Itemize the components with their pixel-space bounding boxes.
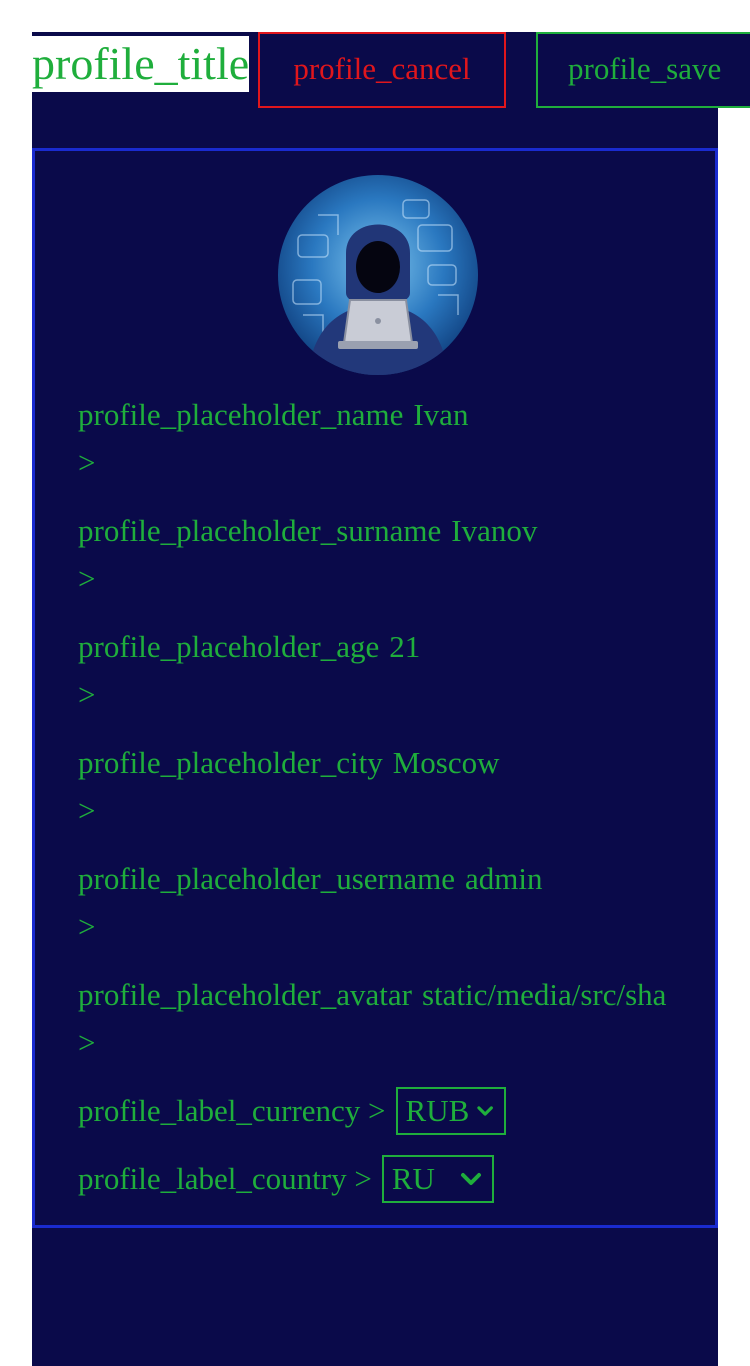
country-label: profile_label_country > [78,1161,372,1196]
chevron-down-icon [477,1106,494,1116]
field-arrow: > [78,909,96,944]
profile-page: profile_title profile_cancel profile_sav… [0,0,750,1366]
field-value: Ivan [413,397,469,432]
save-button[interactable]: profile_save [536,32,750,108]
hacker-avatar-image [278,175,478,375]
field-label: profile_placeholder_avatar [78,977,412,1012]
currency-select[interactable]: RUB [395,1087,506,1135]
country-row: profile_label_country > RU [78,1155,494,1203]
chevron-down-icon [460,1173,481,1185]
cancel-button[interactable]: profile_cancel [258,32,506,108]
avatar[interactable] [278,175,478,375]
field-arrow: > [78,1025,96,1060]
field-value: admin [465,861,543,896]
field-arrow: > [78,677,96,712]
field-value: static/media/src/sha [421,977,667,1012]
field-label: profile_placeholder_city [78,745,383,780]
profile-card: profile_placeholder_name Ivan > profile_p… [32,148,718,1228]
age-field[interactable]: profile_placeholder_age 21 > [78,623,676,719]
field-value: Moscow [392,745,500,780]
field-label: profile_placeholder_name [78,397,404,432]
field-label: profile_placeholder_username [78,861,455,896]
currency-label: profile_label_currency > [78,1093,386,1128]
avatar-field[interactable]: profile_placeholder_avatar static/media/s… [78,971,676,1067]
country-select[interactable]: RU [381,1155,494,1203]
field-value: 21 [389,629,421,664]
field-label: profile_placeholder_age [78,629,380,664]
field-label: profile_placeholder_surname [78,513,442,548]
field-value: Ivanov [451,513,538,548]
currency-selected: RUB [405,1093,470,1128]
field-arrow: > [78,793,96,828]
username-field[interactable]: profile_placeholder_username admin > [78,855,676,951]
page-title: profile_title [32,36,250,92]
field-arrow: > [78,445,96,480]
country-selected: RU [391,1161,435,1196]
currency-row: profile_label_currency > RUB [78,1087,506,1135]
field-arrow: > [78,561,96,596]
surname-field[interactable]: profile_placeholder_surname Ivanov > [78,507,676,603]
city-field[interactable]: profile_placeholder_city Moscow > [78,739,676,835]
name-field[interactable]: profile_placeholder_name Ivan > [78,391,676,487]
